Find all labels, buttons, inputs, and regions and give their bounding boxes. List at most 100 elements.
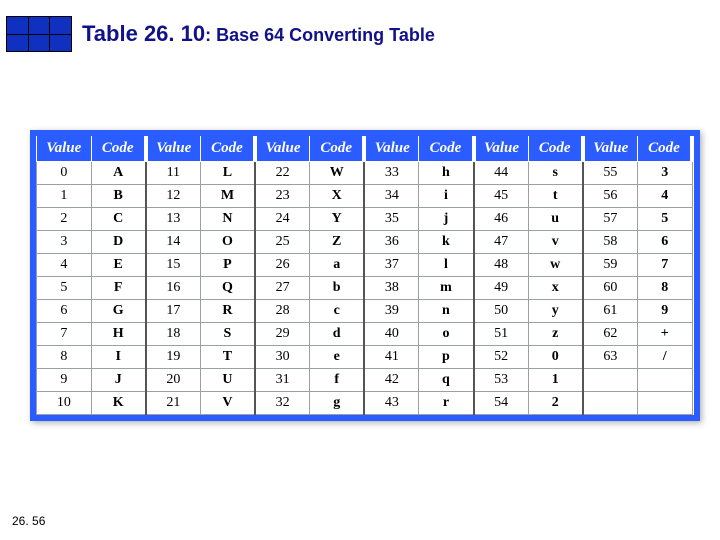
- code-cell: O: [200, 231, 255, 254]
- table-row: 6G17R28c39n50y619: [37, 300, 693, 323]
- value-cell: 38: [364, 277, 419, 300]
- value-cell: 8: [37, 346, 92, 369]
- code-cell: q: [419, 369, 474, 392]
- value-cell: 13: [146, 208, 201, 231]
- code-cell: n: [419, 300, 474, 323]
- value-cell: 42: [364, 369, 419, 392]
- value-cell: 27: [255, 277, 310, 300]
- value-cell: 49: [474, 277, 529, 300]
- value-cell: 54: [474, 392, 529, 415]
- code-cell: Z: [310, 231, 365, 254]
- code-cell: 9: [637, 300, 692, 323]
- code-cell: t: [528, 185, 583, 208]
- value-cell: 55: [583, 162, 638, 185]
- table-row: 4E15P26a37l48w597: [37, 254, 693, 277]
- table-header: ValueCodeValueCodeValueCodeValueCodeValu…: [37, 136, 693, 162]
- slide-title: Table 26. 10: Base 64 Converting Table: [82, 21, 435, 47]
- table-row: 9J20U31f42q531: [37, 369, 693, 392]
- code-cell: 7: [637, 254, 692, 277]
- value-cell: 17: [146, 300, 201, 323]
- col-header: Code: [200, 136, 255, 162]
- code-cell: E: [91, 254, 146, 277]
- code-cell: 1: [528, 369, 583, 392]
- code-cell: J: [91, 369, 146, 392]
- code-cell: g: [310, 392, 365, 415]
- code-cell: 5: [637, 208, 692, 231]
- col-header: Value: [146, 136, 201, 162]
- value-cell: 51: [474, 323, 529, 346]
- value-cell: 63: [583, 346, 638, 369]
- col-header: Value: [255, 136, 310, 162]
- value-cell: 31: [255, 369, 310, 392]
- value-cell: 44: [474, 162, 529, 185]
- value-cell: [583, 392, 638, 415]
- code-cell: 6: [637, 231, 692, 254]
- value-cell: 34: [364, 185, 419, 208]
- code-cell: 4: [637, 185, 692, 208]
- code-cell: I: [91, 346, 146, 369]
- value-cell: 58: [583, 231, 638, 254]
- code-cell: 8: [637, 277, 692, 300]
- value-cell: 21: [146, 392, 201, 415]
- code-cell: j: [419, 208, 474, 231]
- value-cell: 57: [583, 208, 638, 231]
- value-cell: 4: [37, 254, 92, 277]
- code-cell: Y: [310, 208, 365, 231]
- col-header: Value: [37, 136, 92, 162]
- value-cell: 20: [146, 369, 201, 392]
- value-cell: 36: [364, 231, 419, 254]
- code-cell: 0: [528, 346, 583, 369]
- value-cell: 12: [146, 185, 201, 208]
- value-cell: 37: [364, 254, 419, 277]
- table-row: 10K21V32g43r542: [37, 392, 693, 415]
- value-cell: 6: [37, 300, 92, 323]
- value-cell: 40: [364, 323, 419, 346]
- code-cell: G: [91, 300, 146, 323]
- page-number: 26. 56: [12, 514, 45, 528]
- table-row: 5F16Q27b38m49x608: [37, 277, 693, 300]
- code-cell: y: [528, 300, 583, 323]
- code-cell: e: [310, 346, 365, 369]
- code-cell: c: [310, 300, 365, 323]
- value-cell: 3: [37, 231, 92, 254]
- table-row: 2C13N24Y35j46u575: [37, 208, 693, 231]
- value-cell: 16: [146, 277, 201, 300]
- code-cell: R: [200, 300, 255, 323]
- code-cell: [637, 369, 692, 392]
- code-cell: A: [91, 162, 146, 185]
- code-cell: 3: [637, 162, 692, 185]
- value-cell: 15: [146, 254, 201, 277]
- code-cell: T: [200, 346, 255, 369]
- table-row: 3D14O25Z36k47v586: [37, 231, 693, 254]
- code-cell: r: [419, 392, 474, 415]
- title-main: Table 26. 10: [82, 21, 205, 46]
- code-cell: D: [91, 231, 146, 254]
- code-cell: X: [310, 185, 365, 208]
- code-cell: M: [200, 185, 255, 208]
- value-cell: 2: [37, 208, 92, 231]
- value-cell: 1: [37, 185, 92, 208]
- value-cell: 0: [37, 162, 92, 185]
- table-row: 8I19T30e41p52063/: [37, 346, 693, 369]
- table-row: 0A11L22W33h44s553: [37, 162, 693, 185]
- table-row: 1B12M23X34i45t564: [37, 185, 693, 208]
- code-cell: i: [419, 185, 474, 208]
- code-cell: K: [91, 392, 146, 415]
- value-cell: 56: [583, 185, 638, 208]
- code-cell: l: [419, 254, 474, 277]
- title-sub: : Base 64 Converting Table: [205, 25, 435, 45]
- col-header: Code: [637, 136, 692, 162]
- base64-table-container: ValueCodeValueCodeValueCodeValueCodeValu…: [30, 130, 700, 421]
- code-cell: s: [528, 162, 583, 185]
- code-cell: 2: [528, 392, 583, 415]
- value-cell: 30: [255, 346, 310, 369]
- code-cell: N: [200, 208, 255, 231]
- col-header: Code: [419, 136, 474, 162]
- col-header: Code: [310, 136, 365, 162]
- value-cell: 7: [37, 323, 92, 346]
- code-cell: U: [200, 369, 255, 392]
- base64-table: ValueCodeValueCodeValueCodeValueCodeValu…: [36, 136, 694, 415]
- value-cell: 9: [37, 369, 92, 392]
- value-cell: 22: [255, 162, 310, 185]
- code-cell: L: [200, 162, 255, 185]
